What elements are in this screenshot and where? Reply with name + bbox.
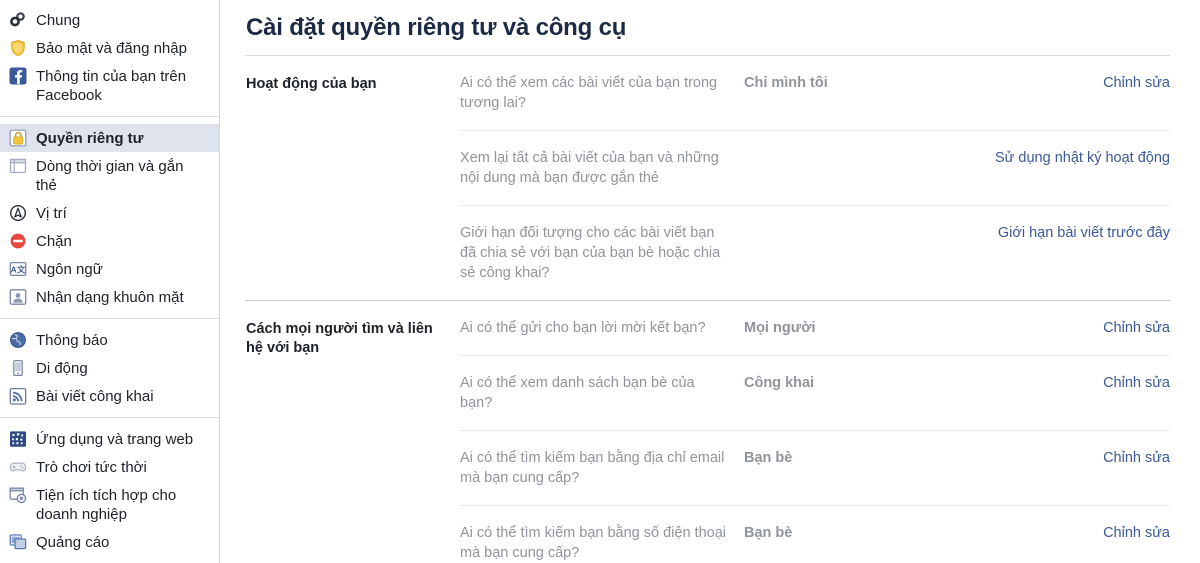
settings-row: Xem lại tất cả bài viết của bạn và những… bbox=[460, 131, 1170, 206]
globe-icon bbox=[9, 331, 27, 349]
sidebar-item-label: Ứng dụng và trang web bbox=[36, 429, 193, 449]
sidebar-item-quy-n-ri-ng-t[interactable]: Quyền riêng tư bbox=[0, 124, 219, 152]
gears-icon bbox=[9, 11, 27, 29]
sidebar-item-label: Ngôn ngữ bbox=[36, 259, 103, 279]
location-icon bbox=[9, 204, 27, 222]
setting-question: Xem lại tất cả bài viết của bạn và những… bbox=[460, 148, 744, 188]
setting-action-link[interactable]: Giới hạn bài viết trước đây bbox=[904, 223, 1170, 243]
sidebar-item-ti-n-ch-t-ch-h-p-cho-doanh-nghi-p[interactable]: Tiện ích tích hợp cho doanh nghiệp bbox=[0, 481, 219, 528]
sidebar-item-di-ng[interactable]: Di động bbox=[0, 354, 219, 382]
sidebar-item-label: Trò chơi tức thời bbox=[36, 457, 147, 477]
sidebar-item-th-ng-b-o[interactable]: Thông báo bbox=[0, 326, 219, 354]
sidebar-item-nh-n-d-ng-khu-n-m-t[interactable]: Nhận dạng khuôn mặt bbox=[0, 283, 219, 311]
settings-page: Chung Bảo mật và đăng nhập Thông tin của b… bbox=[0, 0, 1200, 563]
sidebar-item-d-ng-th-i-gian-v-g-n-th[interactable]: Dòng thời gian và gắn thẻ bbox=[0, 152, 219, 199]
setting-question: Ai có thể tìm kiếm bạn bằng địa chỉ emai… bbox=[460, 448, 744, 488]
setting-value: Chỉ mình tôi bbox=[744, 73, 904, 93]
block-icon bbox=[9, 232, 27, 250]
sidebar-item-label: Vị trí bbox=[36, 203, 67, 223]
setting-question: Ai có thể gửi cho bạn lời mời kết bạn? bbox=[460, 318, 744, 338]
shield-icon bbox=[9, 39, 27, 57]
sidebar-item-label: Thông tin của bạn trên Facebook bbox=[36, 66, 204, 105]
page-title: Cài đặt quyền riêng tư và công cụ bbox=[245, 14, 1170, 42]
sidebar-group: Thông báo Di động Bài viết công khai bbox=[0, 326, 219, 410]
sidebar-item-ng-d-ng-v-trang-web[interactable]: Ứng dụng và trang web bbox=[0, 425, 219, 453]
setting-action-link[interactable]: Chỉnh sửa bbox=[904, 73, 1170, 93]
sidebar-divider bbox=[0, 417, 219, 418]
setting-question: Ai có thể tìm kiếm bạn bằng số điện thoạ… bbox=[460, 523, 744, 563]
setting-question: Giới hạn đối tượng cho các bài viết bạn … bbox=[460, 223, 744, 283]
svg-text:文: 文 bbox=[17, 265, 26, 275]
sidebar-item-ch-n[interactable]: Chặn bbox=[0, 227, 219, 255]
settings-sections: Hoạt động của bạnAi có thể xem các bài v… bbox=[245, 56, 1170, 563]
settings-row: Giới hạn đối tượng cho các bài viết bạn … bbox=[460, 206, 1170, 300]
sidebar-item-label: Bảo mật và đăng nhập bbox=[36, 38, 187, 58]
settings-row: Ai có thể gửi cho bạn lời mời kết bạn?Mọ… bbox=[460, 301, 1170, 356]
apps-icon bbox=[9, 430, 27, 448]
ads-icon bbox=[9, 533, 27, 551]
sidebar-divider bbox=[0, 318, 219, 319]
setting-value: Mọi người bbox=[744, 318, 904, 338]
setting-question: Ai có thể xem các bài viết của bạn trong… bbox=[460, 73, 744, 113]
sidebar-item-b-o-m-t-v-ng-nh-p[interactable]: Bảo mật và đăng nhập bbox=[0, 34, 219, 62]
sidebar-group: Chung Bảo mật và đăng nhập Thông tin của b… bbox=[0, 6, 219, 109]
rss-icon bbox=[9, 387, 27, 405]
sidebar-item-chung[interactable]: Chung bbox=[0, 6, 219, 34]
settings-row: Ai có thể xem danh sách bạn bè của bạn?C… bbox=[460, 356, 1170, 431]
sidebar-item-label: Dòng thời gian và gắn thẻ bbox=[36, 156, 204, 195]
section-rows: Ai có thể xem các bài viết của bạn trong… bbox=[460, 56, 1170, 300]
sidebar-item-label: Quyền riêng tư bbox=[36, 128, 144, 148]
settings-row: Ai có thể tìm kiếm bạn bằng số điện thoạ… bbox=[460, 506, 1170, 563]
timeline-icon bbox=[9, 157, 27, 175]
sidebar-item-b-i-vi-t-c-ng-khai[interactable]: Bài viết công khai bbox=[0, 382, 219, 410]
section-label: Hoạt động của bạn bbox=[245, 56, 460, 104]
gamepad-icon bbox=[9, 458, 27, 476]
face-recognition-icon bbox=[9, 288, 27, 306]
setting-value: Bạn bè bbox=[744, 523, 904, 543]
setting-action-link[interactable]: Chỉnh sửa bbox=[904, 448, 1170, 468]
section-rows: Ai có thể gửi cho bạn lời mời kết bạn?Mọ… bbox=[460, 301, 1170, 563]
sidebar-item-th-ng-tin-c-a-b-n-tr-n-facebook[interactable]: Thông tin của bạn trên Facebook bbox=[0, 62, 219, 109]
setting-action-link[interactable]: Chỉnh sửa bbox=[904, 373, 1170, 393]
section-label: Cách mọi người tìm và liên hệ với bạn bbox=[245, 301, 460, 368]
main-content: Cài đặt quyền riêng tư và công cụ Hoạt đ… bbox=[220, 0, 1200, 563]
setting-action-link[interactable]: Sử dụng nhật ký hoạt động bbox=[904, 148, 1170, 168]
settings-row: Ai có thể tìm kiếm bạn bằng địa chỉ emai… bbox=[460, 431, 1170, 506]
svg-text:A: A bbox=[11, 264, 17, 274]
sidebar-item-label: Quảng cáo bbox=[36, 532, 109, 552]
sidebar-group: Quyền riêng tư Dòng thời gian và gắn thẻ V… bbox=[0, 124, 219, 311]
setting-value: Bạn bè bbox=[744, 448, 904, 468]
sidebar-group: Ứng dụng và trang web Trò chơi tức thời Ti… bbox=[0, 425, 219, 556]
facebook-icon bbox=[9, 67, 27, 85]
setting-value: Công khai bbox=[744, 373, 904, 393]
sidebar-divider bbox=[0, 116, 219, 117]
settings-row: Ai có thể xem các bài viết của bạn trong… bbox=[460, 56, 1170, 131]
sidebar-item-label: Nhận dạng khuôn mặt bbox=[36, 287, 184, 307]
lock-icon bbox=[9, 129, 27, 147]
sidebar-item-label: Thông báo bbox=[36, 330, 108, 350]
setting-question: Ai có thể xem danh sách bạn bè của bạn? bbox=[460, 373, 744, 413]
business-integration-icon bbox=[9, 486, 27, 504]
mobile-icon bbox=[9, 359, 27, 377]
sidebar-item-label: Bài viết công khai bbox=[36, 386, 154, 406]
setting-action-link[interactable]: Chỉnh sửa bbox=[904, 318, 1170, 338]
sidebar-item-v-tr[interactable]: Vị trí bbox=[0, 199, 219, 227]
sidebar-item-label: Di động bbox=[36, 358, 88, 378]
sidebar-item-label: Tiện ích tích hợp cho doanh nghiệp bbox=[36, 485, 204, 524]
sidebar-item-label: Chung bbox=[36, 10, 80, 30]
sidebar-item-qu-ng-c-o[interactable]: Quảng cáo bbox=[0, 528, 219, 556]
settings-section: Hoạt động của bạnAi có thể xem các bài v… bbox=[245, 56, 1170, 300]
sidebar-item-tr-ch-i-t-c-th-i[interactable]: Trò chơi tức thời bbox=[0, 453, 219, 481]
sidebar-item-ng-n-ng[interactable]: A文 Ngôn ngữ bbox=[0, 255, 219, 283]
language-icon: A文 bbox=[9, 260, 27, 278]
settings-section: Cách mọi người tìm và liên hệ với bạnAi … bbox=[245, 301, 1170, 563]
sidebar-item-label: Chặn bbox=[36, 231, 72, 251]
setting-action-link[interactable]: Chỉnh sửa bbox=[904, 523, 1170, 543]
settings-sidebar: Chung Bảo mật và đăng nhập Thông tin của b… bbox=[0, 0, 220, 563]
